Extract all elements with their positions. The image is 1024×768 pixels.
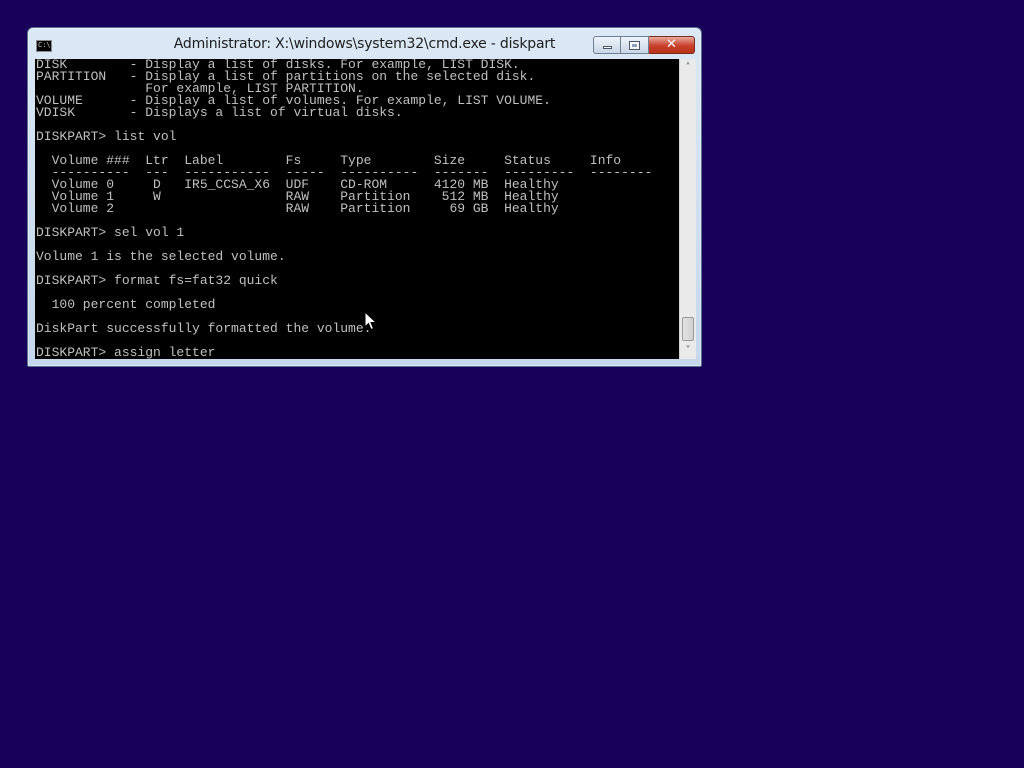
console-line: 100 percent completed: [36, 297, 216, 312]
scroll-down-button[interactable]: ˅: [680, 342, 696, 359]
vertical-scrollbar[interactable]: ˄ ˅: [679, 59, 696, 359]
console-line: VDISK - Displays a list of virtual disks…: [36, 105, 403, 120]
close-button[interactable]: ✕: [649, 36, 695, 54]
console-line: DISKPART> sel vol 1: [36, 225, 185, 240]
console-line: DiskPart successfully formatted the volu…: [36, 321, 372, 336]
close-icon: ✕: [666, 37, 677, 52]
console-text: DISK - Display a list of disks. For exam…: [36, 59, 652, 359]
maximize-button[interactable]: [621, 36, 649, 54]
title-bar[interactable]: C:\. Administrator: X:\windows\system32\…: [28, 28, 701, 59]
console-line: Volume 1 is the selected volume.: [36, 249, 286, 264]
chevron-up-icon: ˄: [685, 62, 691, 73]
window-controls: ✕: [593, 36, 695, 54]
console-line: DISKPART> list vol: [36, 129, 177, 144]
console-output[interactable]: DISK - Display a list of disks. For exam…: [35, 59, 679, 359]
minimize-button[interactable]: [593, 36, 621, 54]
scroll-thumb[interactable]: [682, 317, 694, 341]
mouse-pointer-icon: [364, 311, 378, 331]
console-line: DISKPART> format fs=fat32 quick: [36, 273, 278, 288]
console-line: DISKPART> assign letter: [36, 345, 216, 359]
chevron-down-icon: ˅: [685, 345, 691, 356]
minimize-icon: [603, 46, 612, 49]
maximize-icon: [629, 41, 640, 50]
scroll-up-button[interactable]: ˄: [680, 59, 696, 76]
console-line: Volume 2 RAW Partition 69 GB Healthy: [36, 201, 559, 216]
